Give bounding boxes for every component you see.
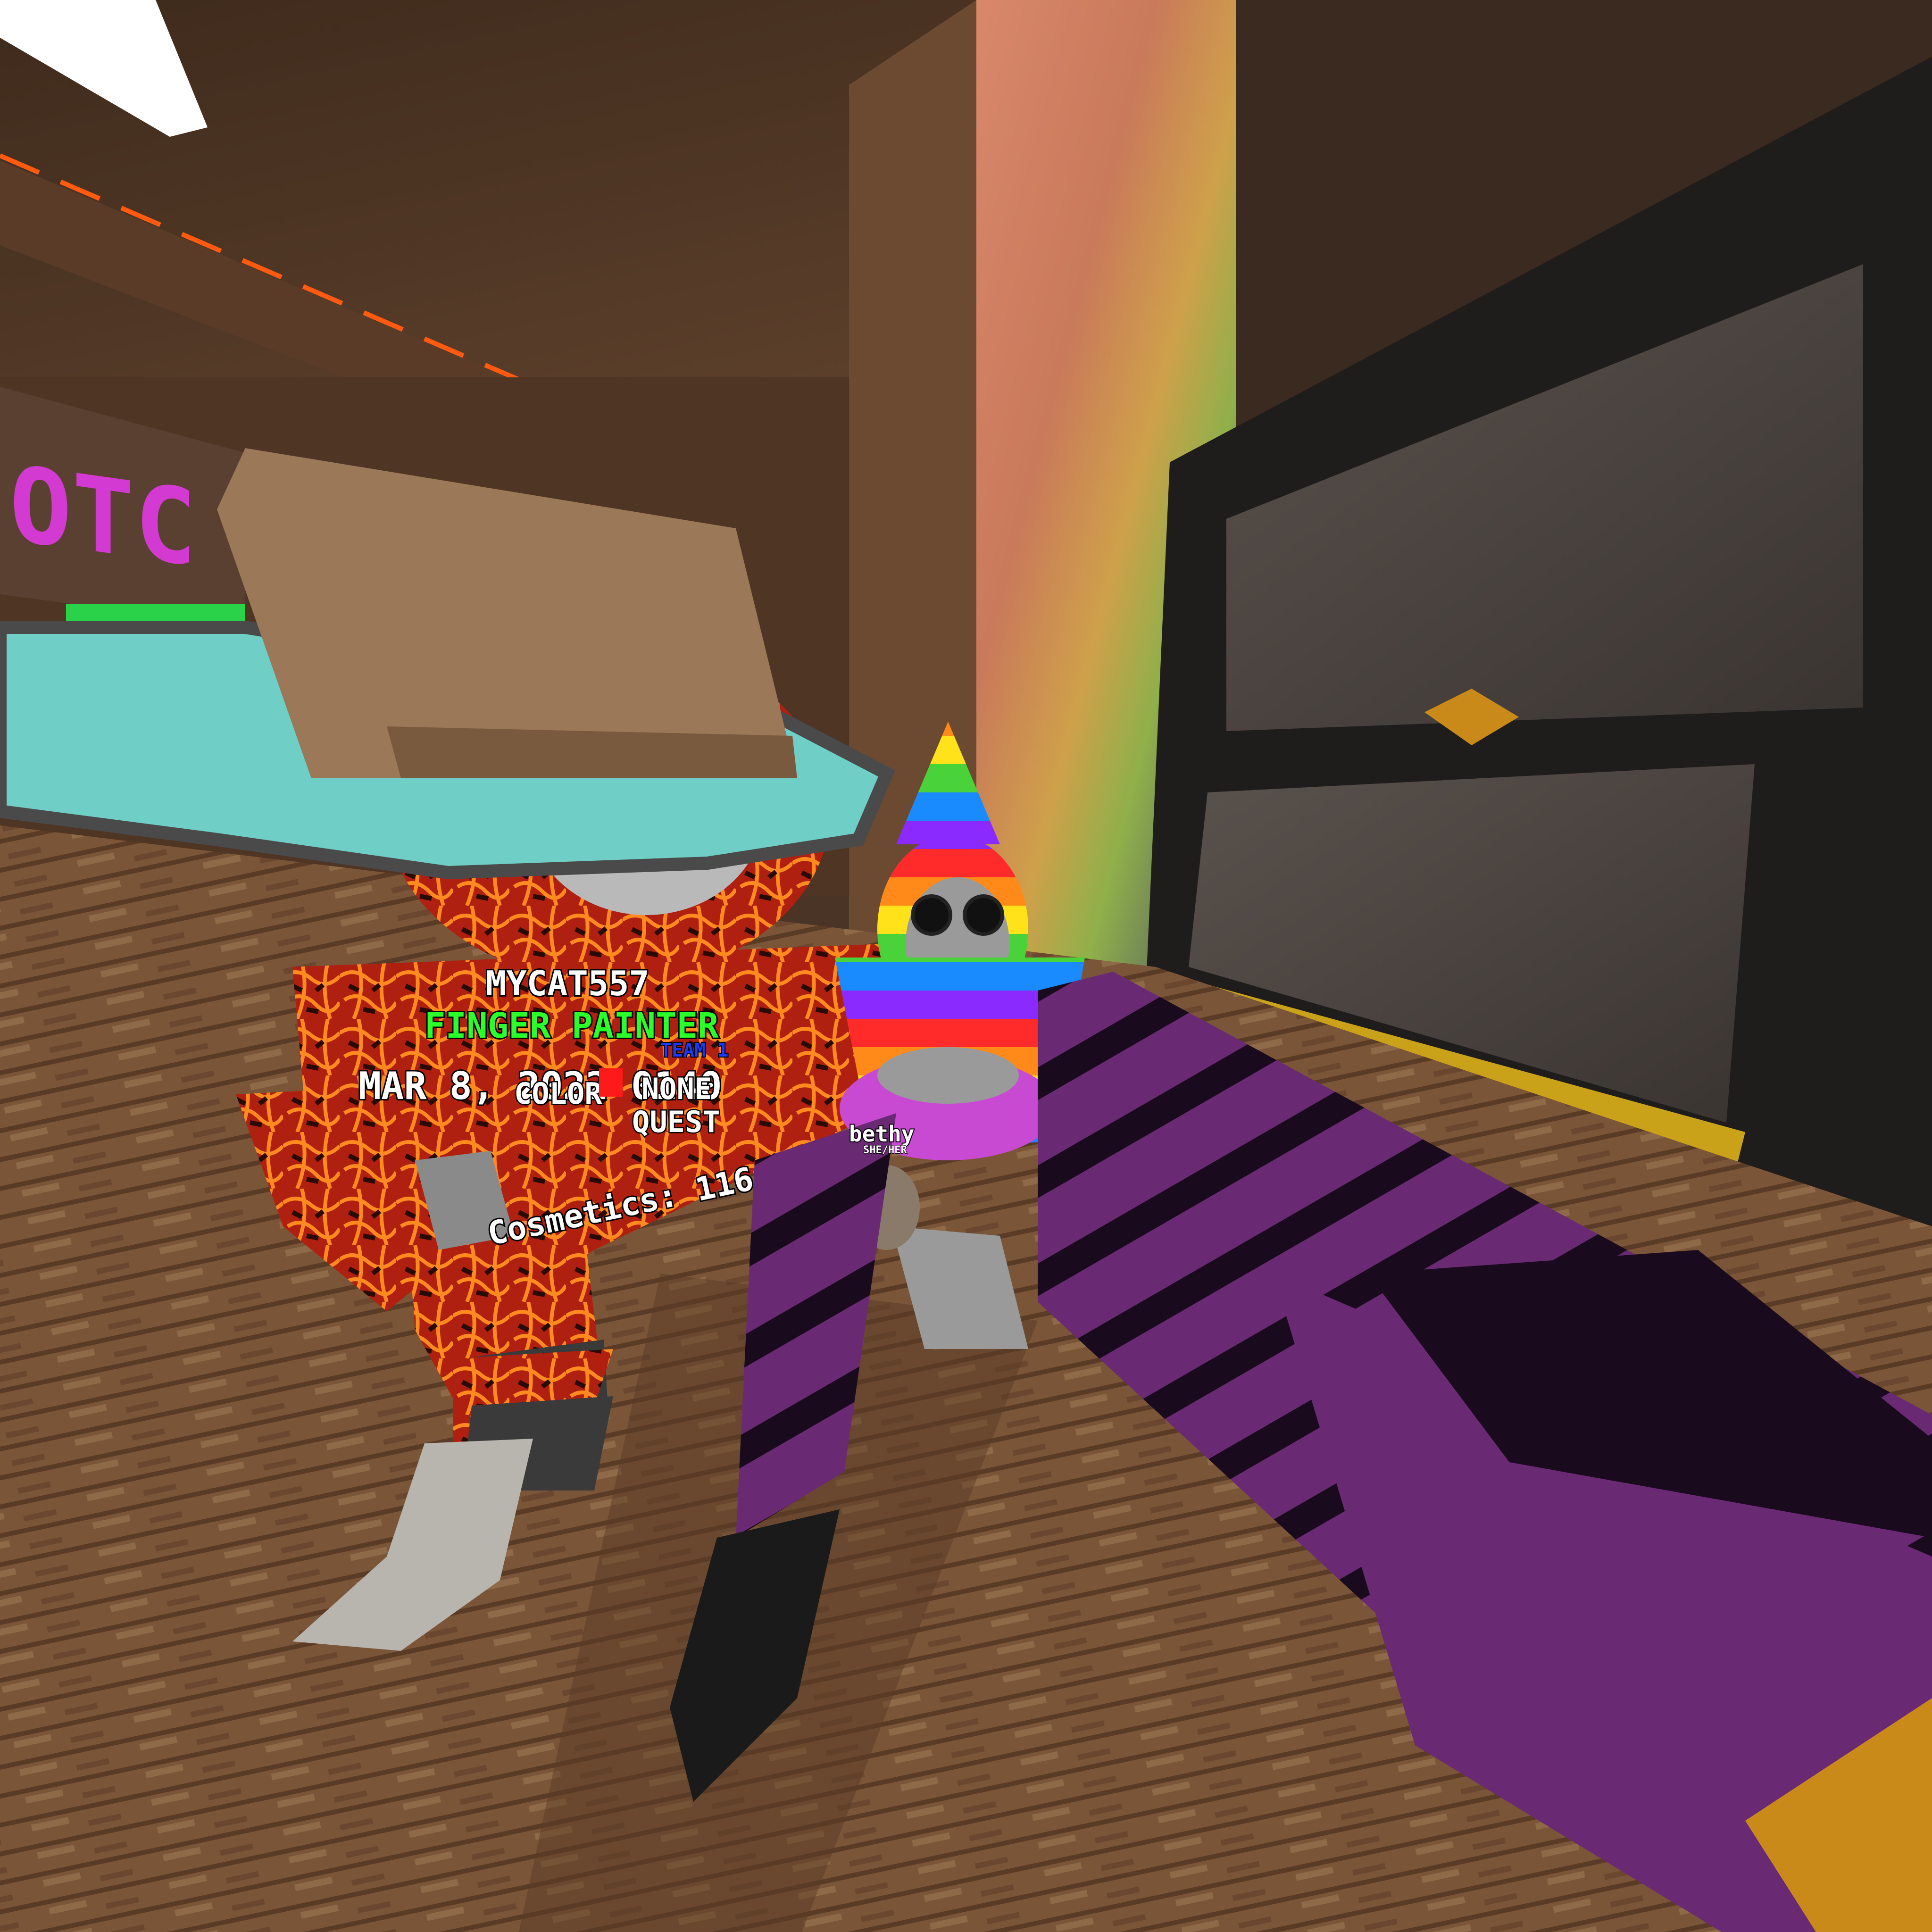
glasses-right — [963, 894, 1004, 936]
game-scene: OTC MYCAT557 FINGER PAINTER MAR 8, 2022 … — [0, 0, 1932, 1932]
nearby-player-pronouns: SHE/HER — [863, 1144, 907, 1156]
gray-fluff — [877, 1047, 1019, 1104]
badge-color-label: COLOR — [514, 1076, 602, 1111]
badge-name: MYCAT557 — [486, 964, 650, 1003]
sign-green-bar — [66, 604, 245, 623]
badge-team: TEAM 1 — [660, 1040, 729, 1061]
glasses-left — [911, 894, 952, 936]
badge-color-value: NONE — [641, 1072, 712, 1106]
color-swatch — [599, 1068, 623, 1097]
nearby-player-name: bethy — [849, 1121, 914, 1147]
badge-platform: QUEST — [632, 1105, 720, 1139]
